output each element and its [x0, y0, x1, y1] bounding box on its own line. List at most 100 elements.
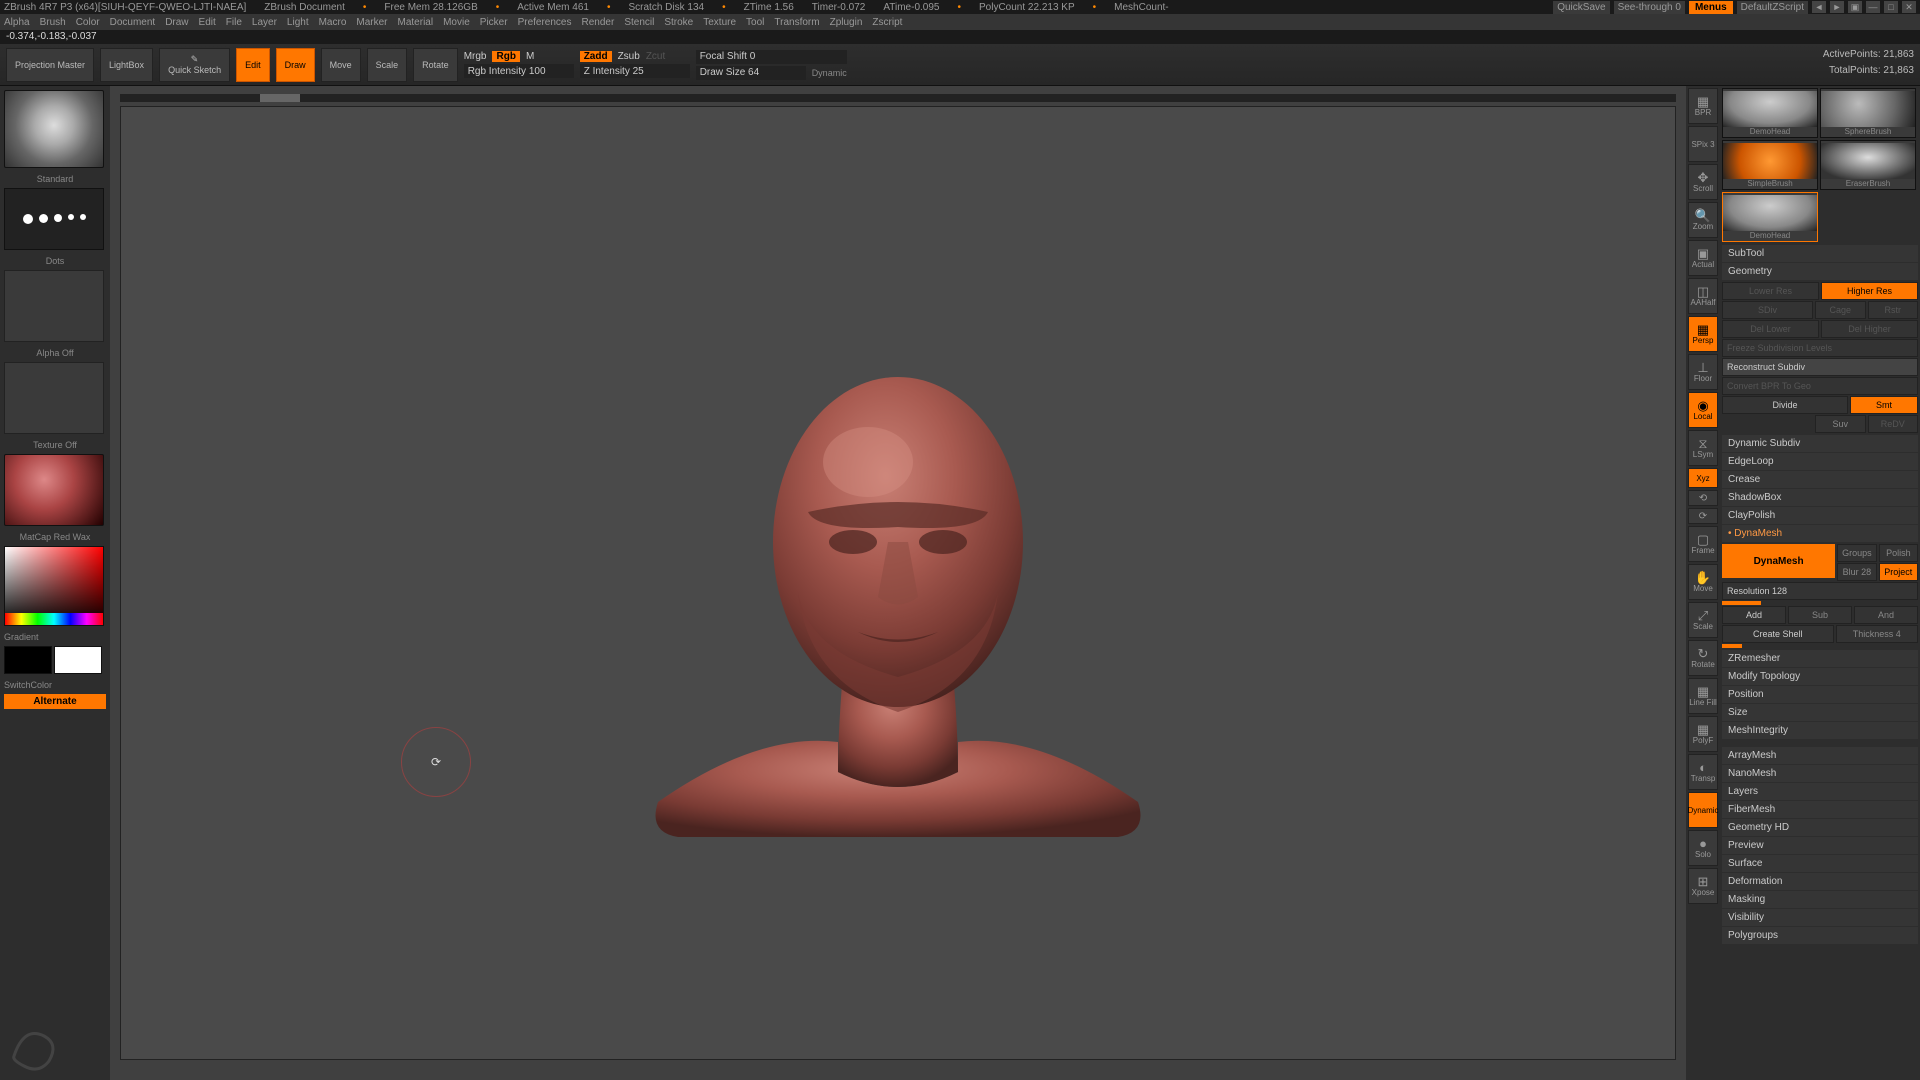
alpha-selector[interactable] — [4, 270, 104, 342]
tool-eraserbrush[interactable]: EraserBrush — [1820, 140, 1916, 190]
scale-button[interactable]: Scale — [367, 48, 408, 82]
nav-scale-button[interactable]: ⤢Scale — [1688, 602, 1718, 638]
menu-macro[interactable]: Macro — [319, 17, 347, 28]
collapse-icon[interactable]: ▣ — [1848, 1, 1862, 13]
menu-light[interactable]: Light — [287, 17, 309, 28]
layout-prev-icon[interactable]: ◄ — [1812, 1, 1826, 13]
menu-draw[interactable]: Draw — [165, 17, 188, 28]
close-icon[interactable]: ✕ — [1902, 1, 1916, 13]
layout-next-icon[interactable]: ► — [1830, 1, 1844, 13]
menu-render[interactable]: Render — [582, 17, 615, 28]
lsym-button[interactable]: ⧖LSym — [1688, 430, 1718, 466]
section-meshintegrity[interactable]: MeshIntegrity — [1722, 722, 1918, 739]
document-scroll[interactable] — [120, 94, 1676, 102]
m-toggle[interactable]: M — [526, 51, 534, 62]
move-button[interactable]: Move — [321, 48, 361, 82]
rgb-toggle[interactable]: Rgb — [492, 51, 519, 62]
zsub-toggle[interactable]: Zsub — [618, 51, 640, 62]
focal-shift-slider[interactable]: Focal Shift 0 — [696, 50, 847, 64]
higher-res-button[interactable]: Higher Res — [1821, 282, 1918, 300]
tool-spherebrush[interactable]: SphereBrush — [1820, 88, 1916, 138]
section-geometry[interactable]: Geometry — [1722, 263, 1918, 280]
frame-button[interactable]: ▢Frame — [1688, 526, 1718, 562]
edit-button[interactable]: Edit — [236, 48, 270, 82]
and-button[interactable]: And — [1854, 606, 1918, 624]
divide-button[interactable]: Divide — [1722, 396, 1848, 414]
groups-toggle[interactable]: Groups — [1837, 544, 1877, 562]
menu-stencil[interactable]: Stencil — [624, 17, 654, 28]
nav-rotate-button[interactable]: ↻Rotate — [1688, 640, 1718, 676]
menu-movie[interactable]: Movie — [443, 17, 470, 28]
persp-button[interactable]: ▦Persp — [1688, 316, 1718, 352]
maximize-icon[interactable]: □ — [1884, 1, 1898, 13]
switch-color-button[interactable]: SwitchColor — [4, 680, 106, 690]
thickness-slider[interactable]: Thickness 4 — [1836, 625, 1919, 643]
quicksave-button[interactable]: QuickSave — [1553, 1, 1609, 14]
scroll-button[interactable]: ✥Scroll — [1688, 164, 1718, 200]
smt-toggle[interactable]: Smt — [1850, 396, 1918, 414]
section-modify-topology[interactable]: Modify Topology — [1722, 668, 1918, 685]
mrgb-toggle[interactable]: Mrgb — [464, 51, 487, 62]
add-button[interactable]: Add — [1722, 606, 1786, 624]
rotate-axis-y[interactable]: ⟲ — [1688, 490, 1718, 506]
section-geometry-hd[interactable]: Geometry HD — [1722, 819, 1918, 836]
convert-bpr-button[interactable]: Convert BPR To Geo — [1722, 377, 1918, 395]
seethrough-slider[interactable]: See-through 0 — [1614, 1, 1685, 14]
create-shell-button[interactable]: Create Shell — [1722, 625, 1834, 643]
projection-master-button[interactable]: Projection Master — [6, 48, 94, 82]
zcut-toggle[interactable]: Zcut — [646, 51, 665, 62]
z-intensity-slider[interactable]: Z Intensity 25 — [580, 64, 690, 78]
draw-button[interactable]: Draw — [276, 48, 315, 82]
section-nanomesh[interactable]: NanoMesh — [1722, 765, 1918, 782]
default-script[interactable]: DefaultZScript — [1737, 1, 1808, 14]
menu-marker[interactable]: Marker — [356, 17, 387, 28]
canvas-viewport[interactable] — [120, 106, 1676, 1060]
tool-current[interactable]: DemoHead — [1722, 192, 1818, 242]
rotate-button[interactable]: Rotate — [413, 48, 458, 82]
menu-material[interactable]: Material — [398, 17, 434, 28]
del-higher-button[interactable]: Del Higher — [1821, 320, 1918, 338]
solo-button[interactable]: ●Solo — [1688, 830, 1718, 866]
linefill-button[interactable]: ▦Line Fill — [1688, 678, 1718, 714]
rotate-axis-z[interactable]: ⟳ — [1688, 508, 1718, 524]
section-fibermesh[interactable]: FiberMesh — [1722, 801, 1918, 818]
section-claypolish[interactable]: ClayPolish — [1722, 507, 1918, 524]
section-dynamic-subdiv[interactable]: Dynamic Subdiv — [1722, 435, 1918, 452]
color-picker[interactable] — [4, 546, 104, 626]
freeze-subdiv-button[interactable]: Freeze Subdivision Levels — [1722, 339, 1918, 357]
sub-button[interactable]: Sub — [1788, 606, 1852, 624]
brush-selector[interactable] — [4, 90, 104, 168]
section-shadowbox[interactable]: ShadowBox — [1722, 489, 1918, 506]
section-zremesher[interactable]: ZRemesher — [1722, 650, 1918, 667]
section-visibility[interactable]: Visibility — [1722, 909, 1918, 926]
rstr-toggle[interactable]: Rstr — [1868, 301, 1919, 319]
menu-edit[interactable]: Edit — [199, 17, 216, 28]
section-dynamesh[interactable]: • DynaMesh — [1722, 525, 1918, 542]
sdiv-slider[interactable]: SDiv — [1722, 301, 1813, 319]
gradient-toggle[interactable]: Gradient — [4, 632, 106, 642]
menu-preferences[interactable]: Preferences — [518, 17, 572, 28]
dynamesh-button[interactable]: DynaMesh — [1722, 544, 1835, 578]
suv-toggle[interactable]: Suv — [1815, 415, 1866, 433]
resolution-slider[interactable]: Resolution 128 — [1722, 582, 1918, 600]
section-polygroups[interactable]: Polygroups — [1722, 927, 1918, 944]
section-size[interactable]: Size — [1722, 704, 1918, 721]
aahalf-button[interactable]: ◫AAHalf — [1688, 278, 1718, 314]
reconstruct-subdiv-button[interactable]: Reconstruct Subdiv — [1722, 358, 1918, 376]
menu-document[interactable]: Document — [110, 17, 156, 28]
section-position[interactable]: Position — [1722, 686, 1918, 703]
material-selector[interactable] — [4, 454, 104, 526]
polish-toggle[interactable]: Polish — [1879, 544, 1918, 562]
menu-stroke[interactable]: Stroke — [664, 17, 693, 28]
section-edgeloop[interactable]: EdgeLoop — [1722, 453, 1918, 470]
secondary-color-swatch[interactable] — [4, 646, 52, 674]
section-layers[interactable]: Layers — [1722, 783, 1918, 800]
actual-button[interactable]: ▣Actual — [1688, 240, 1718, 276]
tool-demohead[interactable]: DemoHead — [1722, 88, 1818, 138]
minimize-icon[interactable]: — — [1866, 1, 1880, 13]
xyz-button[interactable]: Xyz — [1688, 468, 1718, 488]
stroke-selector[interactable] — [4, 188, 104, 250]
section-masking[interactable]: Masking — [1722, 891, 1918, 908]
section-crease[interactable]: Crease — [1722, 471, 1918, 488]
zadd-toggle[interactable]: Zadd — [580, 51, 612, 62]
